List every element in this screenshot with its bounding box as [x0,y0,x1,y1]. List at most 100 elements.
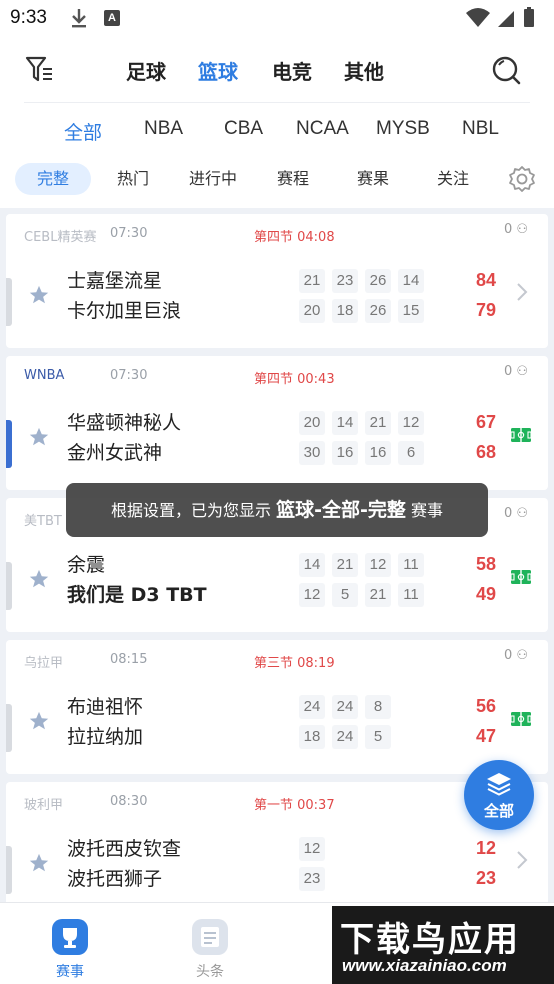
header-divider [24,102,530,103]
quarter-score: 8 [365,695,391,719]
download-icon [70,8,88,32]
home-team: 华盛顿神秘人 [67,412,182,434]
game-period: 第一节 00:37 [254,798,335,813]
quarter-score: 11 [398,583,424,607]
court-live-icon[interactable] [510,569,532,589]
quarter-score: 21 [332,553,358,577]
status-tab-live[interactable]: 进行中 [180,163,246,195]
status-tab-results[interactable]: 赛果 [340,163,406,195]
quarter-score: 24 [299,695,325,719]
home-team: 波托西皮钦查 [67,838,182,860]
card-indicator [6,278,12,326]
tab-football[interactable]: 足球 [126,56,166,85]
league-tab-ncaa[interactable]: NCAA [296,118,349,140]
star-icon[interactable] [28,710,50,736]
match-card[interactable]: CEBL精英赛 07:30 第四节 04:08 0 ⚇ 士嘉堡流星 卡尔加里巨浪… [6,214,548,348]
quarter-score: 26 [365,269,391,293]
away-total: 47 [475,726,496,746]
tab-other[interactable]: 其他 [344,56,384,85]
game-period: 第四节 04:08 [254,230,335,245]
home-total: 84 [475,270,496,290]
league-tab-cba[interactable]: CBA [224,118,263,140]
toast-highlight: 篮球-全部-完整 [276,499,406,521]
followers-count: 0 ⚇ [504,364,529,379]
quarter-score: 5 [332,583,358,607]
status-tab-follow[interactable]: 关注 [420,163,486,195]
star-icon[interactable] [28,426,50,452]
wifi-icon [466,8,490,27]
all-filter-fab[interactable]: 全部 [464,760,534,830]
kickoff-time: 08:30 [110,794,148,809]
card-indicator [6,562,12,610]
tab-basketball[interactable]: 篮球 [198,56,238,85]
quarter-score: 15 [398,299,424,323]
followers-count: 0 ⚇ [504,506,529,521]
quarter-score: 26 [365,299,391,323]
away-total: 23 [475,868,496,888]
status-time: 9:33 [10,7,47,28]
quarter-score: 21 [365,583,391,607]
tab-esports[interactable]: 电竞 [272,56,312,85]
away-total: 49 [475,584,496,604]
quarter-score: 23 [332,269,358,293]
kickoff-time: 07:30 [110,226,148,241]
gear-icon[interactable] [508,165,536,197]
fab-label: 全部 [483,802,514,820]
status-tab-schedule[interactable]: 赛程 [260,163,326,195]
league-tab-all[interactable]: 全部 [64,118,102,145]
match-card[interactable]: WNBA 07:30 第四节 00:43 0 ⚇ 华盛顿神秘人 金州女武神 20… [6,356,548,490]
home-team: 余震 [67,554,106,576]
quarter-score: 14 [398,269,424,293]
header: 足球 篮球 电竞 其他 全部 NBA CBA NCAA MYSB NBL 完整 … [0,38,554,208]
league-name: CEBL精英赛 [24,230,97,245]
quarter-score: 12 [398,411,424,435]
league-tab-nba[interactable]: NBA [144,118,183,140]
chevron-right-icon[interactable] [516,282,528,306]
court-live-icon[interactable] [510,711,532,731]
card-indicator [6,704,12,752]
star-icon[interactable] [28,284,50,310]
quarter-score: 14 [332,411,358,435]
card-indicator [6,420,12,468]
star-icon[interactable] [28,568,50,594]
away-total: 68 [475,442,496,462]
game-period: 第三节 08:19 [254,656,335,671]
filter-icon[interactable] [24,54,54,88]
quarter-score: 12 [365,553,391,577]
toast-suffix: 赛事 [410,501,443,520]
chevron-right-icon[interactable] [516,850,528,874]
away-team: 卡尔加里巨浪 [67,300,182,322]
watermark-url: www.xiazainiao.com [342,956,507,975]
league-name: 乌拉甲 [24,656,64,671]
quarter-score: 12 [299,837,325,861]
match-card[interactable]: 乌拉甲 08:15 第三节 08:19 0 ⚇ 布迪祖怀 拉拉纳加 24 24 … [6,640,548,774]
quarter-score: 23 [299,867,325,891]
home-total: 56 [475,696,496,716]
league-tab-nbl[interactable]: NBL [462,118,499,140]
watermark-logo: 下载鸟应用 www.xiazainiao.com [332,906,554,984]
people-icon: ⚇ [516,648,529,663]
quarter-score: 24 [332,725,358,749]
quarter-score: 18 [299,725,325,749]
star-icon[interactable] [28,852,50,878]
league-tab-mysb[interactable]: MYSB [376,118,430,140]
status-tab-hot[interactable]: 热门 [100,163,166,195]
home-total: 12 [475,838,496,858]
search-icon[interactable] [490,54,522,90]
notification-app-icon: A [104,10,120,26]
status-tab-full[interactable]: 完整 [15,163,91,195]
quarter-score: 20 [299,411,325,435]
toast-message: 根据设置，已为您显示 篮球-全部-完整 赛事 [66,483,488,537]
away-team: 波托西狮子 [67,868,163,890]
court-live-icon[interactable] [510,427,532,447]
quarter-score: 18 [332,299,358,323]
toast-prefix: 根据设置，已为您显示 [111,501,272,520]
signal-icon [498,11,514,27]
quarter-score: 20 [299,299,325,323]
status-right-icons [464,7,544,33]
followers-count: 0 ⚇ [504,648,529,663]
nav-matches-label: 赛事 [56,964,84,980]
home-team: 布迪祖怀 [67,696,144,718]
quarter-score: 14 [299,553,325,577]
quarter-score: 21 [299,269,325,293]
